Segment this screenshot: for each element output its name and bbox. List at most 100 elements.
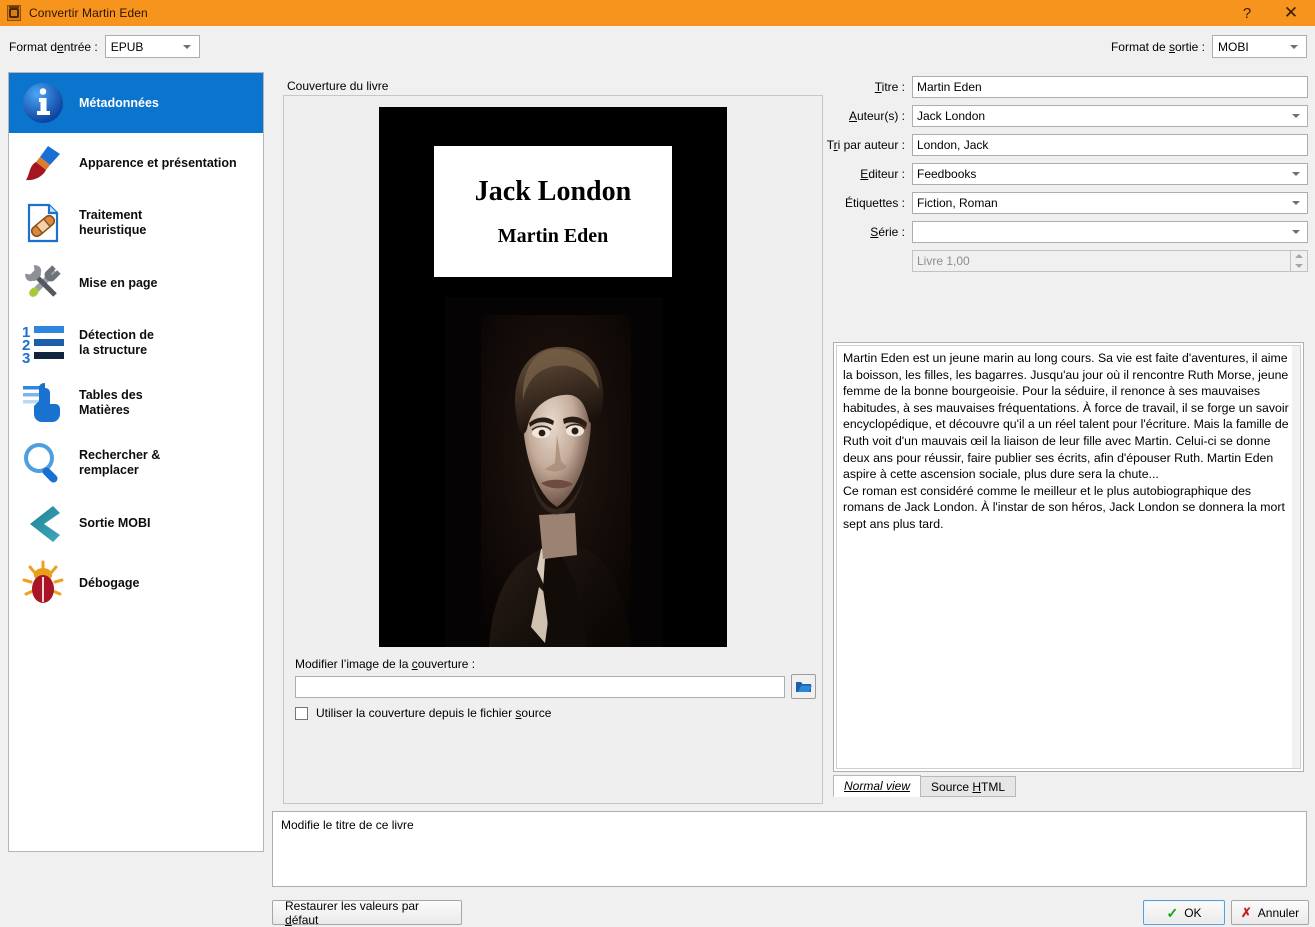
cover-title-text: Martin Eden	[497, 224, 609, 247]
spinner-up-icon[interactable]	[1291, 250, 1307, 261]
toc-hand-icon	[17, 377, 69, 429]
chevron-down-icon	[182, 44, 191, 49]
spinner-down-icon[interactable]	[1291, 260, 1307, 271]
convert-icon	[6, 5, 22, 21]
ok-button[interactable]: ✓ OK	[1143, 900, 1225, 925]
cover-text-block: Jack London Martin Eden	[434, 146, 672, 277]
field-row-author-sort: Tri par auteur : London, Jack	[826, 130, 1308, 159]
field-row-authors: Auteur(s) : Jack London	[826, 101, 1308, 130]
tab-normal-view[interactable]: Normal view	[833, 775, 922, 797]
title-label: Titre :	[874, 79, 905, 94]
help-text-box: Modifie le titre de ce livre	[272, 811, 1307, 887]
sidebar-item-tables-matieres[interactable]: Tables des Matières	[9, 373, 263, 433]
chevron-left-icon	[17, 497, 69, 549]
sidebar-item-label: Rechercher & remplacer	[79, 448, 161, 477]
help-button[interactable]: ?	[1227, 0, 1267, 26]
spinner-buttons[interactable]	[1290, 250, 1307, 271]
tags-combo[interactable]: Fiction, Roman	[912, 191, 1308, 214]
numbered-list-icon: 1 2 3	[17, 317, 69, 369]
comments-paragraph: Ce roman est considéré comme le meilleur…	[843, 483, 1285, 531]
field-row-series-index: Livre 1,00	[826, 246, 1308, 275]
use-source-cover-label: Utiliser la couverture depuis le fichier…	[316, 706, 552, 720]
field-row-title: Titre : Martin Eden	[826, 72, 1308, 101]
publisher-value: Feedbooks	[917, 166, 977, 181]
sidebar-item-label: Sortie MOBI	[79, 515, 151, 530]
field-row-publisher: Editeur : Feedbooks	[826, 159, 1308, 188]
comments-scrollbar[interactable]	[1292, 346, 1300, 768]
tab-source-html-label: Source HTML	[931, 779, 1006, 794]
cover-author-text: Jack London	[474, 175, 632, 207]
tab-normal-view-label: Normal view	[844, 779, 911, 793]
input-format-group: Format dentrée : EPUB	[9, 35, 200, 58]
input-format-value: EPUB	[110, 39, 144, 54]
output-format-group: Format de sortie : MOBI	[1111, 35, 1307, 58]
authors-label: Auteur(s) :	[848, 108, 905, 123]
cancel-label: Annuler	[1257, 905, 1300, 920]
open-folder-icon[interactable]	[791, 674, 816, 699]
chevron-down-icon	[1290, 44, 1298, 49]
sidebar-item-mise-en-page[interactable]: Mise en page	[9, 253, 263, 313]
use-source-cover-checkbox-row[interactable]: Utiliser la couverture depuis le fichier…	[295, 706, 551, 720]
sidebar-item-rechercher-remplacer[interactable]: Rechercher & remplacer	[9, 433, 263, 493]
comments-editor[interactable]: Martin Eden est un jeune marin au long c…	[833, 342, 1304, 772]
cancel-button[interactable]: ✗ Annuler	[1231, 900, 1309, 925]
tab-source-html[interactable]: Source HTML	[920, 776, 1017, 797]
portrait-photo-icon	[445, 297, 663, 647]
settings-sidebar[interactable]: Métadonnées Apparence et présentation Tr…	[8, 72, 264, 852]
cover-group: Jack London Martin Eden Modifier l’image…	[283, 95, 823, 804]
sidebar-item-label: Métadonnées	[79, 95, 159, 110]
metadata-form: Titre : Martin Eden Auteur(s) : Jack Lon…	[826, 72, 1308, 275]
sidebar-item-apparence[interactable]: Apparence et présentation	[9, 133, 263, 193]
ok-label: OK	[1184, 905, 1202, 920]
series-label: Série :	[870, 224, 905, 239]
sidebar-item-debogage[interactable]: Débogage	[9, 553, 263, 613]
author-sort-input[interactable]: London, Jack	[912, 133, 1308, 156]
cover-image[interactable]: Jack London Martin Eden	[379, 107, 727, 647]
output-format-value: MOBI	[1218, 39, 1249, 54]
series-combo[interactable]	[912, 220, 1308, 243]
cover-path-input[interactable]	[295, 676, 785, 698]
paintbrush-icon	[17, 137, 69, 189]
sidebar-item-traitement-heuristique[interactable]: Traitement heuristique	[9, 193, 263, 253]
close-button[interactable]: ✕	[1267, 0, 1315, 26]
sidebar-item-detection-structure[interactable]: 1 2 3 Détection de la structure	[9, 313, 263, 373]
use-source-cover-checkbox[interactable]	[295, 706, 308, 720]
sidebar-item-label: Traitement heuristique	[79, 208, 147, 237]
field-row-tags: Étiquettes : Fiction, Roman	[826, 188, 1308, 217]
info-icon	[17, 77, 69, 129]
restore-defaults-label: Restaurer les valeurs par défaut	[285, 898, 420, 927]
magnifier-icon	[17, 437, 69, 489]
publisher-combo[interactable]: Feedbooks	[912, 162, 1308, 185]
comments-text-area[interactable]: Martin Eden est un jeune marin au long c…	[836, 345, 1301, 769]
title-value: Martin Eden	[917, 79, 982, 94]
field-row-series: Série :	[826, 217, 1308, 246]
cover-edit-label: Modifier l’image de la couverture :	[295, 657, 476, 671]
chevron-down-icon	[1292, 229, 1300, 234]
help-text: Modifie le titre de ce livre	[281, 818, 414, 832]
format-toolbar: Format dentrée : EPUB Format de sortie :…	[0, 26, 1315, 66]
comments-view-tabs[interactable]: Normal view Source HTML	[833, 775, 1017, 797]
window-titlebar: Convertir Martin Eden ? ✕	[0, 0, 1315, 26]
x-icon: ✗	[1240, 905, 1252, 920]
authors-value: Jack London	[917, 108, 986, 123]
output-format-combo[interactable]: MOBI	[1212, 35, 1307, 58]
comments-paragraph: Martin Eden est un jeune marin au long c…	[843, 351, 1289, 482]
input-format-combo[interactable]: EPUB	[104, 35, 200, 58]
restore-defaults-button[interactable]: Restaurer les valeurs par défaut	[272, 898, 462, 927]
sidebar-item-sortie-mobi[interactable]: Sortie MOBI	[9, 493, 263, 553]
series-index-value: Livre 1,00	[917, 253, 970, 268]
input-format-label: Format dentrée :	[9, 39, 98, 54]
publisher-label: Editeur :	[860, 166, 905, 181]
chevron-down-icon	[1292, 171, 1300, 176]
cover-group-title: Couverture du livre	[283, 79, 393, 93]
sidebar-item-metadonnees[interactable]: Métadonnées	[9, 73, 263, 133]
bug-icon	[17, 557, 69, 609]
chevron-down-icon	[1292, 113, 1300, 118]
title-input[interactable]: Martin Eden	[912, 75, 1308, 98]
dialog-body: Métadonnées Apparence et présentation Tr…	[0, 66, 1315, 927]
tags-value: Fiction, Roman	[917, 195, 998, 210]
series-index-spinbox[interactable]: Livre 1,00	[912, 249, 1308, 272]
sidebar-item-label: Détection de la structure	[79, 328, 155, 357]
sidebar-item-label: Tables des Matières	[79, 388, 143, 417]
authors-combo[interactable]: Jack London	[912, 104, 1308, 127]
